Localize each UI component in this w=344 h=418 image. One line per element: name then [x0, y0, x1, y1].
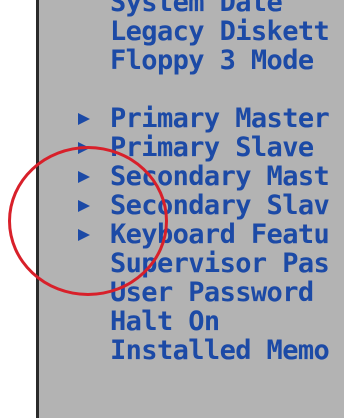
menu-item-label: Installed Memo [110, 335, 330, 366]
menu-item-label: Floppy 3 Mode [110, 45, 314, 76]
menu-item-label: Halt On [110, 306, 220, 337]
left-margin [0, 0, 36, 418]
menu-item-label: System Date [110, 0, 283, 18]
menu-item-label: Keyboard Featu [110, 219, 330, 250]
arrow-right-icon [78, 113, 90, 125]
menu-item-label: Secondary Slav [110, 190, 330, 221]
menu-item-label: Legacy Diskett [110, 16, 330, 47]
arrow-right-icon [78, 200, 90, 212]
menu-item-label: Secondary Mast [110, 161, 330, 192]
menu-item-label: User Password [110, 277, 314, 308]
menu-item-label: Supervisor Pas [110, 248, 330, 279]
menu-item-label: Primary Master [110, 103, 330, 134]
arrow-right-icon [78, 229, 90, 241]
bios-setup-screen: System Date Legacy Diskett Floppy 3 Mode… [0, 0, 344, 418]
menu-item-label: Primary Slave [110, 132, 314, 163]
arrow-right-icon [78, 142, 90, 154]
arrow-right-icon [78, 171, 90, 183]
